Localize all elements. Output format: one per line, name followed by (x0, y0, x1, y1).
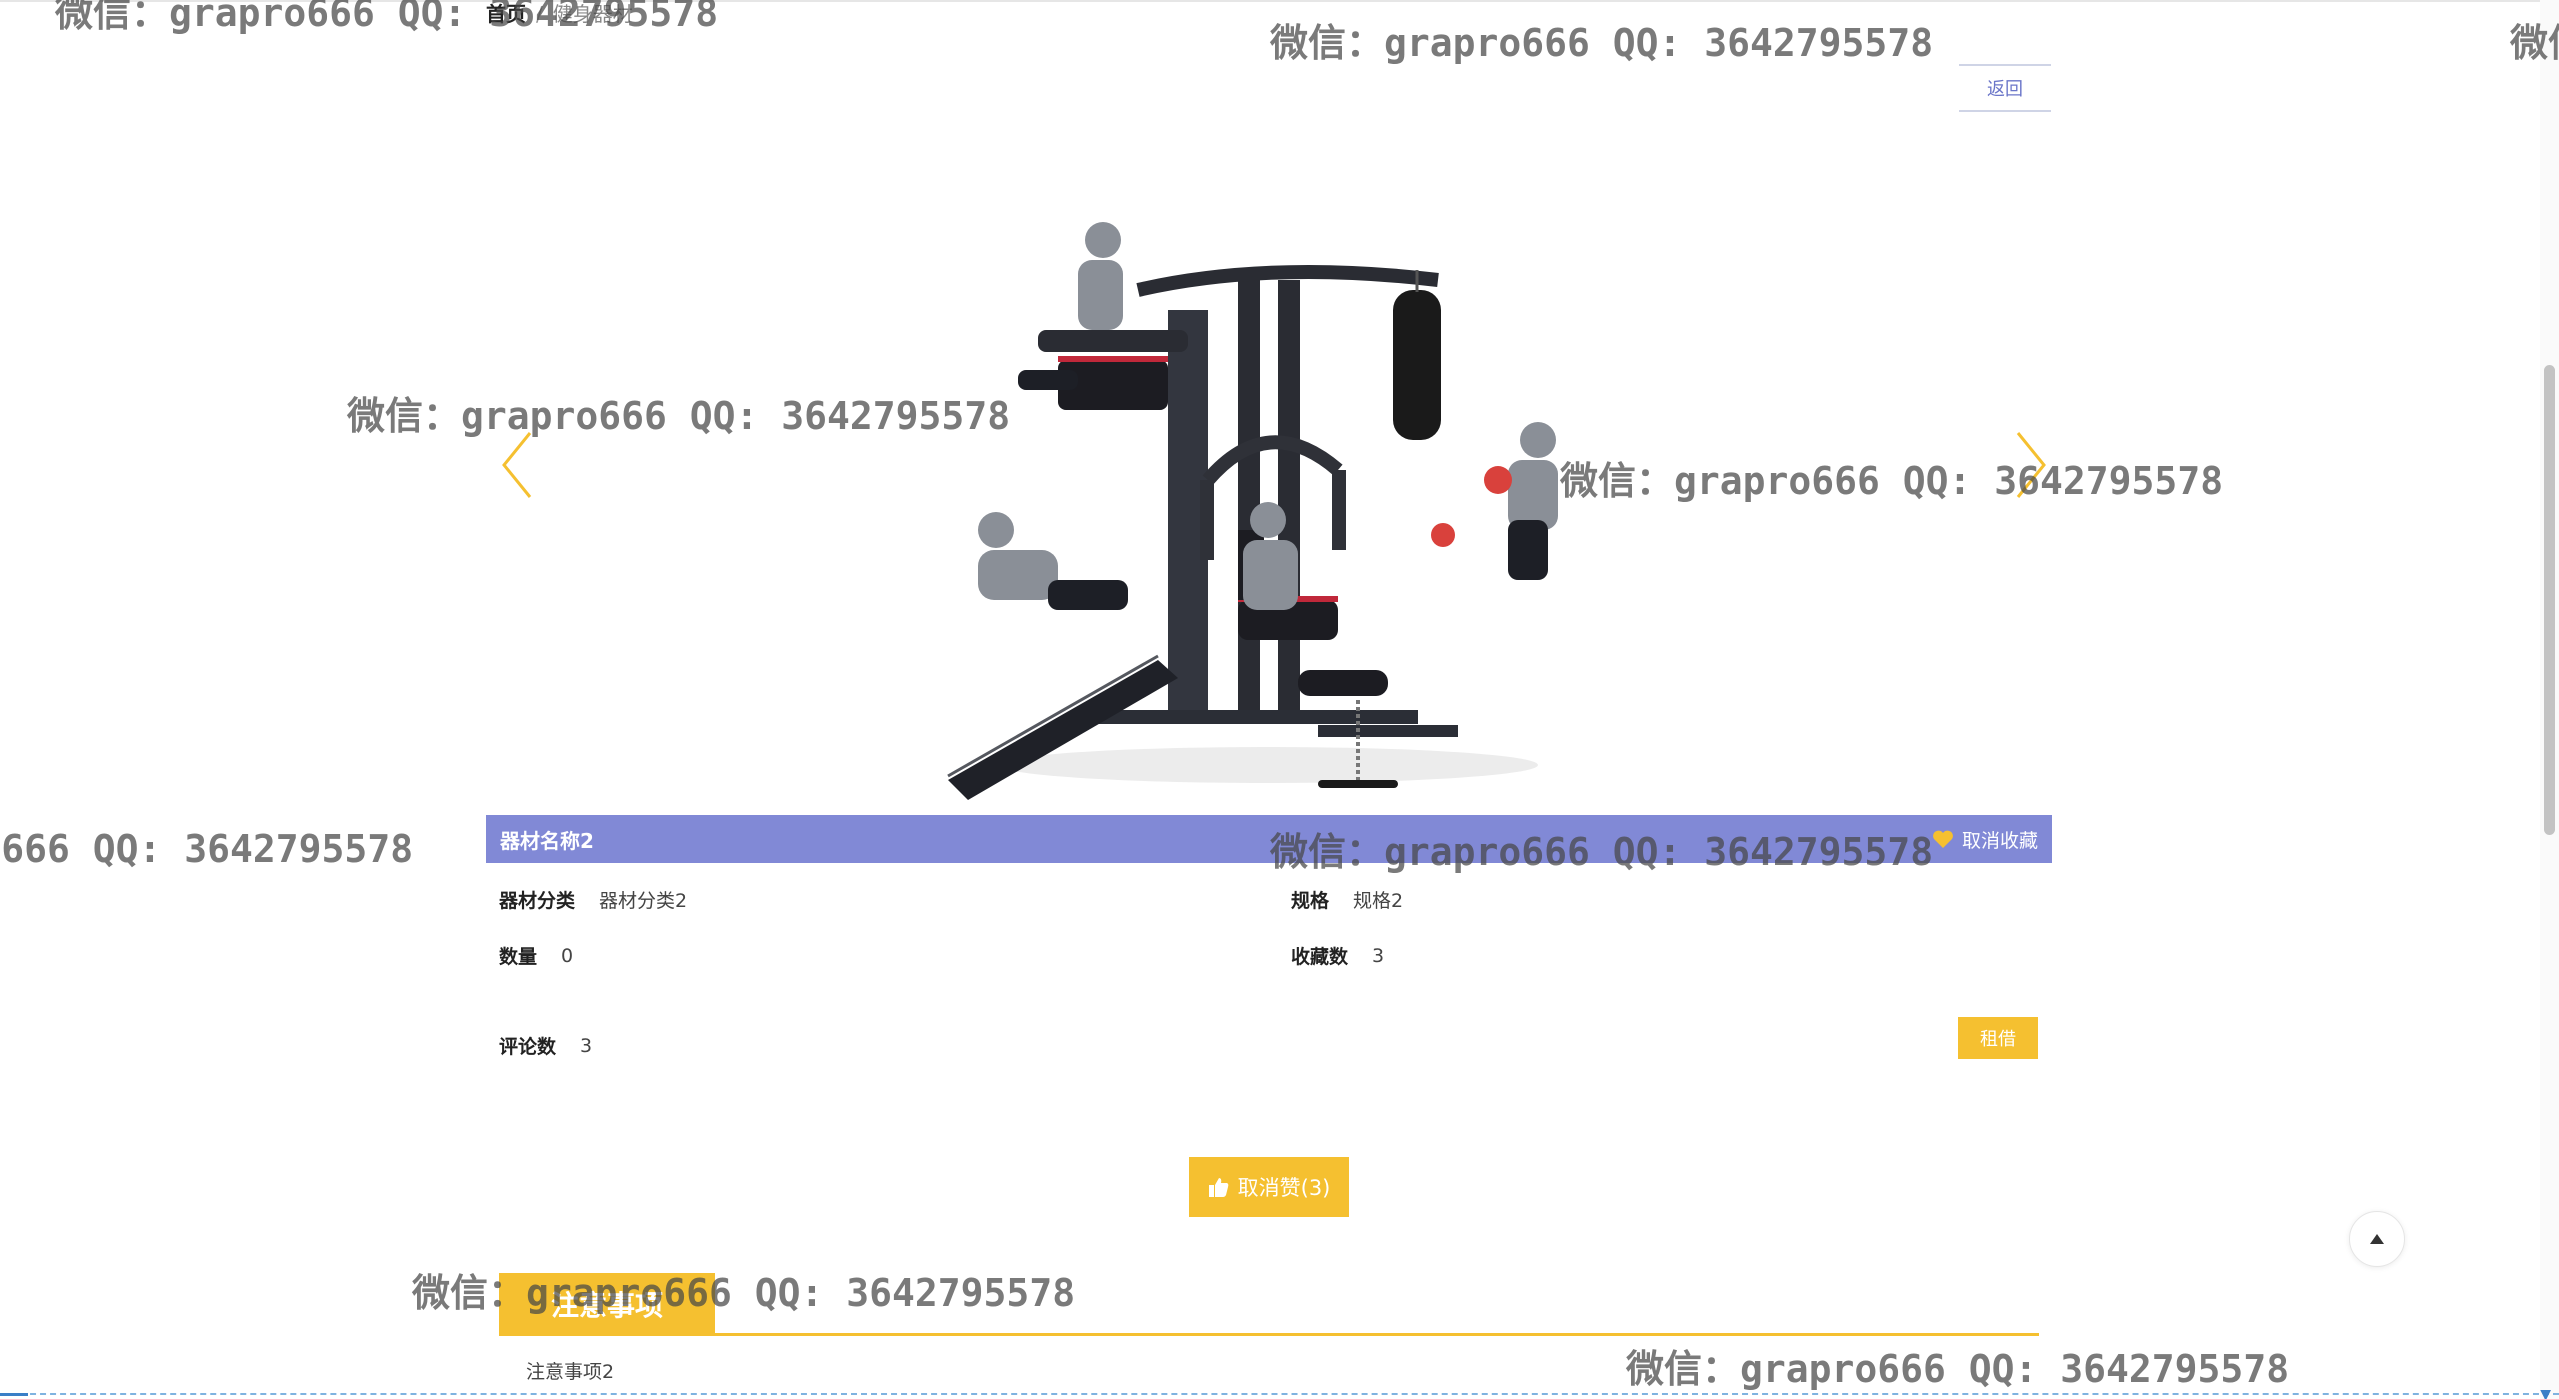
breadcrumb-home[interactable]: 首页 (486, 2, 526, 26)
watermark: 微信：grapro666 QQ: 3642795578 (0, 827, 414, 871)
carousel-next-button[interactable] (2008, 425, 2052, 505)
notes-section-header: 注意事项 (499, 1273, 715, 1335)
equipment-title-bar: 器材名称2 取消收藏 (486, 815, 2052, 863)
unlike-button[interactable]: 取消赞(3) (1189, 1157, 1349, 1217)
favorites-count-field: 收藏数 3 (1291, 942, 1384, 969)
quantity-value: 0 (561, 944, 574, 967)
thumbs-up-icon (1208, 1178, 1228, 1197)
category-field: 器材分类 器材分类2 (499, 886, 687, 913)
back-button[interactable]: 返回 (1959, 64, 2051, 112)
caret-up-icon (2370, 1234, 2384, 1244)
category-value: 器材分类2 (599, 890, 688, 912)
comments-count-field: 评论数 3 (499, 1032, 592, 1059)
spec-value: 规格2 (1353, 890, 1404, 912)
watermark: 微信：grapro666 QQ: 3642795578 (1626, 1347, 2290, 1391)
notes-divider (499, 1333, 2039, 1336)
bottom-dashed-border (0, 1393, 2559, 1395)
rent-button[interactable]: 租借 (1958, 1017, 2038, 1059)
comments-count-value: 3 (580, 1034, 593, 1057)
scrollbar-thumb[interactable] (2544, 365, 2555, 835)
top-border (0, 0, 2559, 2)
chevron-right-icon (2016, 432, 2046, 498)
spec-field: 规格 规格2 (1291, 886, 1403, 913)
gym-equipment-image (947, 222, 1558, 800)
notes-content: 注意事项2 (526, 1361, 615, 1383)
bottom-left-marker (0, 1393, 28, 1396)
breadcrumb-separator: / (536, 2, 543, 26)
equipment-detail-page: 首页 / 健身器材 返回 器材名称2 取消收藏 器材分类 器材分类2 规格 规格… (0, 0, 2559, 1399)
spec-label: 规格 (1291, 890, 1330, 912)
unfavorite-label: 取消收藏 (1961, 829, 2038, 852)
carousel-prev-button[interactable] (496, 425, 540, 505)
heart-icon (1933, 830, 1953, 848)
chevron-left-icon (502, 432, 532, 498)
quantity-label: 数量 (499, 946, 538, 968)
favorites-count-value: 3 (1372, 944, 1385, 967)
unfavorite-button[interactable]: 取消收藏 (1932, 815, 2038, 863)
unlike-label: 取消赞(3) (1237, 1176, 1331, 1200)
image-carousel (486, 170, 2052, 810)
bottom-right-arrow-icon: ▼ (2540, 1387, 2551, 1399)
category-label: 器材分类 (499, 890, 576, 912)
quantity-field: 数量 0 (499, 942, 573, 969)
comments-count-label: 评论数 (499, 1036, 557, 1058)
favorites-count-label: 收藏数 (1291, 946, 1349, 968)
equipment-name: 器材名称2 (500, 828, 594, 853)
watermark: 微信：grapro666 QQ: 3642795578 (1270, 21, 1934, 65)
breadcrumb-current: 健身器材 (552, 2, 633, 26)
scroll-to-top-button[interactable] (2349, 1211, 2405, 1267)
breadcrumb: 首页 / 健身器材 (486, 2, 633, 26)
